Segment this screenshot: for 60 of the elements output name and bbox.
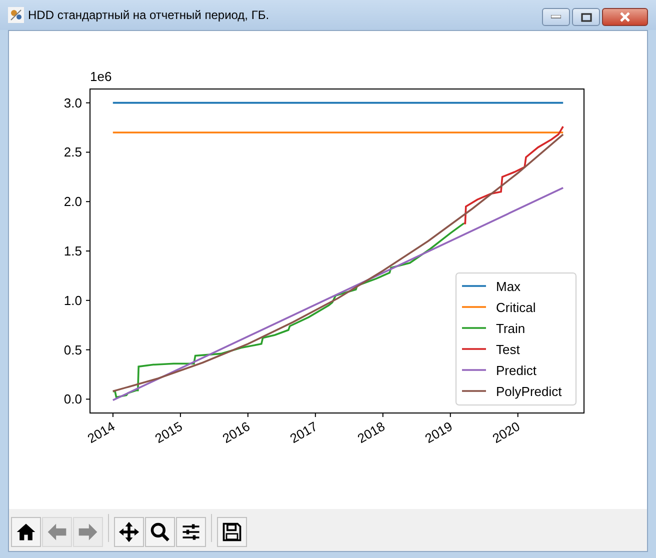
y-tick: 1.5 — [64, 244, 90, 258]
x-tick: 2015 — [152, 412, 185, 446]
legend-entry: Train — [462, 321, 526, 336]
y-tick-label: 1.0 — [64, 292, 82, 308]
x-tick: 2016 — [220, 412, 252, 446]
toolbar-button[interactable] — [176, 517, 206, 547]
y-tick-label: 3.0 — [64, 95, 82, 110]
x-tick-label: 2018 — [354, 418, 388, 446]
x-tick-label: 2015 — [152, 418, 185, 446]
y-tick-label: 2.0 — [64, 194, 82, 210]
x-tick: 2018 — [354, 412, 388, 446]
toolbar-button[interactable] — [114, 517, 144, 547]
legend-label: Predict — [496, 363, 537, 378]
restore-icon — [580, 12, 592, 22]
toolbar-button[interactable] — [11, 517, 41, 547]
y-tick: 2.0 — [64, 194, 90, 210]
minimize-icon — [551, 15, 561, 19]
left-arrow-icon — [46, 521, 68, 543]
legend-label: Max — [496, 279, 522, 294]
y-tick-label: 0.0 — [64, 392, 82, 407]
y-tick-label: 2.5 — [64, 144, 82, 160]
legend-entry: Predict — [462, 363, 536, 378]
toolbar-button[interactable] — [145, 517, 175, 547]
x-tick-label: 2020 — [490, 418, 522, 446]
legend-label: PolyPredict — [496, 384, 562, 399]
y-tick: 3.0 — [64, 95, 90, 110]
y-tick: 1.0 — [64, 292, 90, 308]
x-tick-label: 2017 — [287, 418, 320, 446]
app-icon — [8, 7, 24, 23]
y-tick: 0.0 — [64, 392, 90, 407]
x-tick: 2020 — [490, 412, 522, 446]
legend-label: Critical — [496, 300, 536, 315]
legend-entry: Max — [462, 279, 521, 294]
y-tick: 0.5 — [64, 342, 90, 358]
close-icon — [619, 12, 631, 22]
x-tick: 2017 — [287, 412, 320, 446]
right-arrow-icon — [77, 521, 99, 543]
x-tick: 2014 — [84, 412, 118, 446]
offset-label: 1e6 — [90, 69, 112, 84]
y-tick: 2.5 — [64, 144, 90, 160]
y-tick-label: 1.5 — [64, 244, 82, 258]
sliders-icon — [180, 521, 202, 543]
y-tick-label: 0.5 — [64, 342, 82, 358]
x-tick: 2019 — [422, 412, 455, 446]
x-tick-label: 2014 — [84, 418, 118, 446]
legend-entry: PolyPredict — [462, 384, 562, 399]
maximize-button[interactable] — [572, 8, 600, 26]
move-icon — [118, 521, 140, 543]
legend-label: Test — [496, 342, 520, 357]
x-tick-label: 2016 — [220, 418, 252, 446]
legend-label: Train — [496, 321, 526, 336]
legend-entry: Critical — [462, 300, 536, 315]
minimize-button[interactable] — [542, 8, 570, 26]
legend-entry: Test — [462, 342, 520, 357]
search-icon — [149, 521, 171, 543]
window-title: HDD стандартный на отчетный период, ГБ. — [28, 7, 270, 24]
home-icon — [15, 521, 37, 543]
close-button[interactable] — [602, 8, 648, 26]
toolbar-button[interactable] — [217, 517, 247, 547]
x-tick-label: 2019 — [422, 418, 455, 446]
